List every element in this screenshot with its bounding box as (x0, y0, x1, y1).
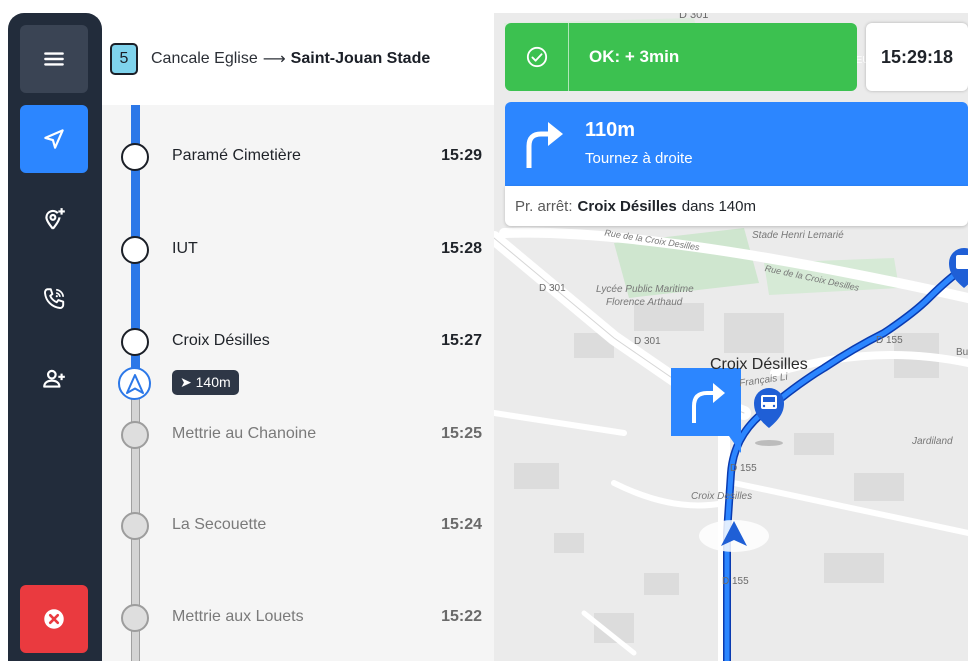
line-number-badge: 5 (110, 43, 138, 75)
stop-dot (121, 512, 149, 540)
route-arrow: ⟶ (262, 51, 286, 68)
call-button[interactable] (20, 265, 88, 333)
stop-item[interactable]: Mettrie aux Louets 15:22 (102, 597, 494, 637)
add-location-icon (45, 208, 65, 230)
stop-time: 15:25 (441, 425, 482, 442)
stop-name: Croix Désilles (172, 332, 270, 349)
route-origin: Cancale Eglise (151, 50, 258, 67)
schedule-status-banner: OK: + 3min (505, 23, 857, 91)
close-button[interactable] (20, 585, 88, 653)
clock: 15:29:18 (866, 23, 968, 91)
stop-item[interactable]: La Secouette 15:24 (102, 505, 494, 545)
map-label: D 301 (634, 336, 661, 347)
map-label: Croix Desilles (691, 491, 753, 502)
map-label: Stade Henri Lemarié (752, 230, 844, 241)
stop-time: 15:29 (441, 147, 482, 164)
stop-time: 15:24 (441, 516, 482, 533)
turn-right-arrow-icon (526, 122, 563, 168)
map-label: D 301 (679, 13, 709, 21)
map-label: Florence Arthaud (606, 297, 683, 308)
navigation-arrow-icon (125, 373, 144, 394)
navigation-button[interactable] (20, 105, 88, 173)
turn-distance: 110m (585, 119, 636, 141)
menu-button[interactable] (20, 25, 88, 93)
next-stop-distance: dans 140m (681, 197, 756, 215)
stop-list[interactable]: Paramé Cimetière 15:29 IUT 15:28 Croix D… (102, 105, 494, 661)
stop-item[interactable]: Croix Désilles 15:27 (102, 321, 494, 361)
sidebar (8, 13, 102, 661)
stop-time: 15:28 (441, 240, 482, 257)
stop-time: 15:27 (441, 332, 482, 349)
stop-name: Mettrie au Chanoine (172, 425, 317, 442)
stop-item[interactable]: Mettrie au Chanoine 15:25 (102, 414, 494, 454)
stop-dot (121, 236, 149, 264)
stop-time: 15:22 (441, 608, 482, 625)
status-check-area (505, 23, 569, 91)
stop-name: Mettrie aux Louets (172, 608, 304, 625)
stop-dot (121, 604, 149, 632)
stop-dot (121, 328, 149, 356)
stop-item[interactable]: Paramé Cimetière 15:29 (102, 136, 494, 176)
current-position-marker (118, 367, 151, 400)
stop-dot (121, 421, 149, 449)
status-text: OK: + 3min (589, 47, 680, 66)
next-stop-name: Croix Désilles (577, 197, 677, 215)
add-user-icon (43, 369, 65, 388)
stop-name: Paramé Cimetière (172, 147, 301, 164)
route-destination: Saint-Jouan Stade (290, 50, 431, 67)
add-location-button[interactable] (20, 185, 88, 253)
map-label: D 155 (876, 335, 903, 346)
next-stop-prefix: Pr. arrêt: (515, 197, 573, 215)
hamburger-menu-icon (44, 52, 64, 66)
map-label: D 155 (730, 463, 757, 474)
map-label: D 155 (722, 576, 749, 587)
stop-name: La Secouette (172, 516, 267, 533)
wifi-call-icon (44, 288, 65, 309)
map-label: Lycée Public Maritime (596, 284, 694, 295)
turn-instruction-panel: 110m Tournez à droite (505, 102, 968, 186)
map-label: Bu (956, 347, 968, 358)
add-user-button[interactable] (20, 345, 88, 413)
stop-dot (121, 143, 149, 171)
vehicle-position-icon (699, 520, 769, 552)
app-root: 5 Cancale Eglise ⟶ Saint-Jouan Stade Par… (0, 0, 968, 661)
map-label: D 301 (539, 283, 566, 294)
stop-name: IUT (172, 240, 198, 257)
navigation-arrow-icon (44, 129, 64, 149)
route-header: 5 Cancale Eglise ⟶ Saint-Jouan Stade (102, 13, 494, 105)
turn-instruction-text: Tournez à droite (585, 150, 693, 167)
check-circle-icon (526, 46, 547, 68)
next-stop-bar: Pr. arrêt: Croix Désilles dans 140m (505, 186, 968, 226)
stop-item[interactable]: IUT 15:28 (102, 229, 494, 269)
map-stop-label: Croix Désilles (710, 356, 808, 373)
distance-to-next-stop-badge: ➤ 140m (172, 370, 239, 395)
map-label: Jardiland (912, 436, 953, 447)
close-circle-icon (44, 609, 64, 629)
